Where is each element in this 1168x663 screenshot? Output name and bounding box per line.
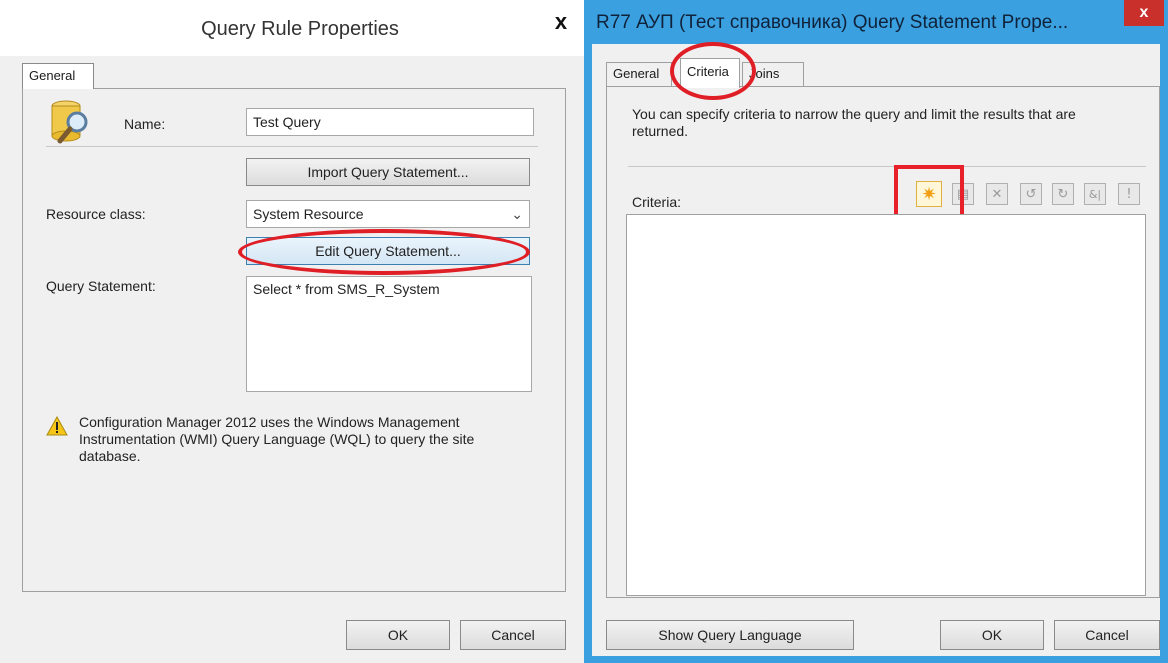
tab-general[interactable]: General <box>22 63 94 89</box>
left-ok-button-label: OK <box>387 627 409 643</box>
close-icon: x <box>1139 4 1149 21</box>
query-statement-textarea[interactable]: Select * from SMS_R_System <box>246 276 532 392</box>
right-close-button[interactable]: x <box>1124 0 1164 26</box>
criteria-list[interactable] <box>626 214 1146 596</box>
left-cancel-button[interactable]: Cancel <box>460 620 566 650</box>
tab-general-label: General <box>29 68 76 83</box>
annotation-ellipse-edit <box>238 229 530 275</box>
resource-class-select[interactable]: System Resource ⌄ <box>246 200 530 228</box>
warning-icon <box>46 415 68 436</box>
resource-class-value: System Resource <box>253 206 364 222</box>
right-ok-button[interactable]: OK <box>940 620 1044 650</box>
criteria-label: Criteria: <box>632 194 682 210</box>
import-query-statement-button-label: Import Query Statement... <box>307 164 469 180</box>
left-dialog-title: Query Rule Properties <box>201 18 399 40</box>
query-statement-label: Query Statement: <box>46 278 156 294</box>
separator <box>628 166 1146 167</box>
left-ok-button[interactable]: OK <box>346 620 450 650</box>
show-query-language-button-label: Show Query Language <box>658 627 802 643</box>
name-field[interactable]: Test Query <box>246 108 534 136</box>
query-icon <box>50 98 96 146</box>
right-cancel-button[interactable]: Cancel <box>1054 620 1160 650</box>
right-ok-button-label: OK <box>981 627 1003 643</box>
criteria-description: You can specify criteria to narrow the q… <box>632 106 1076 139</box>
annotation-ellipse-criteria <box>670 42 756 100</box>
resource-class-label: Resource class: <box>46 206 146 222</box>
warning-text: Configuration Manager 2012 uses the Wind… <box>79 414 475 464</box>
right-cancel-button-label: Cancel <box>1085 627 1129 643</box>
tab-general[interactable]: General <box>606 62 672 86</box>
show-query-language-button[interactable]: Show Query Language <box>606 620 854 650</box>
chevron-down-icon: ⌄ <box>511 206 523 222</box>
delete-icon[interactable]: ✕ <box>986 183 1008 205</box>
tab-general-label: General <box>613 66 660 81</box>
name-field-value: Test Query <box>253 114 321 130</box>
left-close-button[interactable]: x <box>540 0 582 44</box>
name-label: Name: <box>124 116 166 132</box>
and-or-icon[interactable]: &| <box>1084 183 1106 205</box>
left-cancel-button-label: Cancel <box>491 627 535 643</box>
group-icon[interactable]: ↺ <box>1020 183 1042 205</box>
separator <box>46 146 538 147</box>
close-icon: x <box>554 9 568 34</box>
import-query-statement-button[interactable]: Import Query Statement... <box>246 158 530 186</box>
ungroup-icon[interactable]: ↻ <box>1052 183 1074 205</box>
right-dialog-title: R77 АУП (Тест справочника) Query Stateme… <box>596 12 1069 33</box>
not-icon[interactable]: ! <box>1118 183 1140 205</box>
query-statement-value: Select * from SMS_R_System <box>253 281 440 297</box>
